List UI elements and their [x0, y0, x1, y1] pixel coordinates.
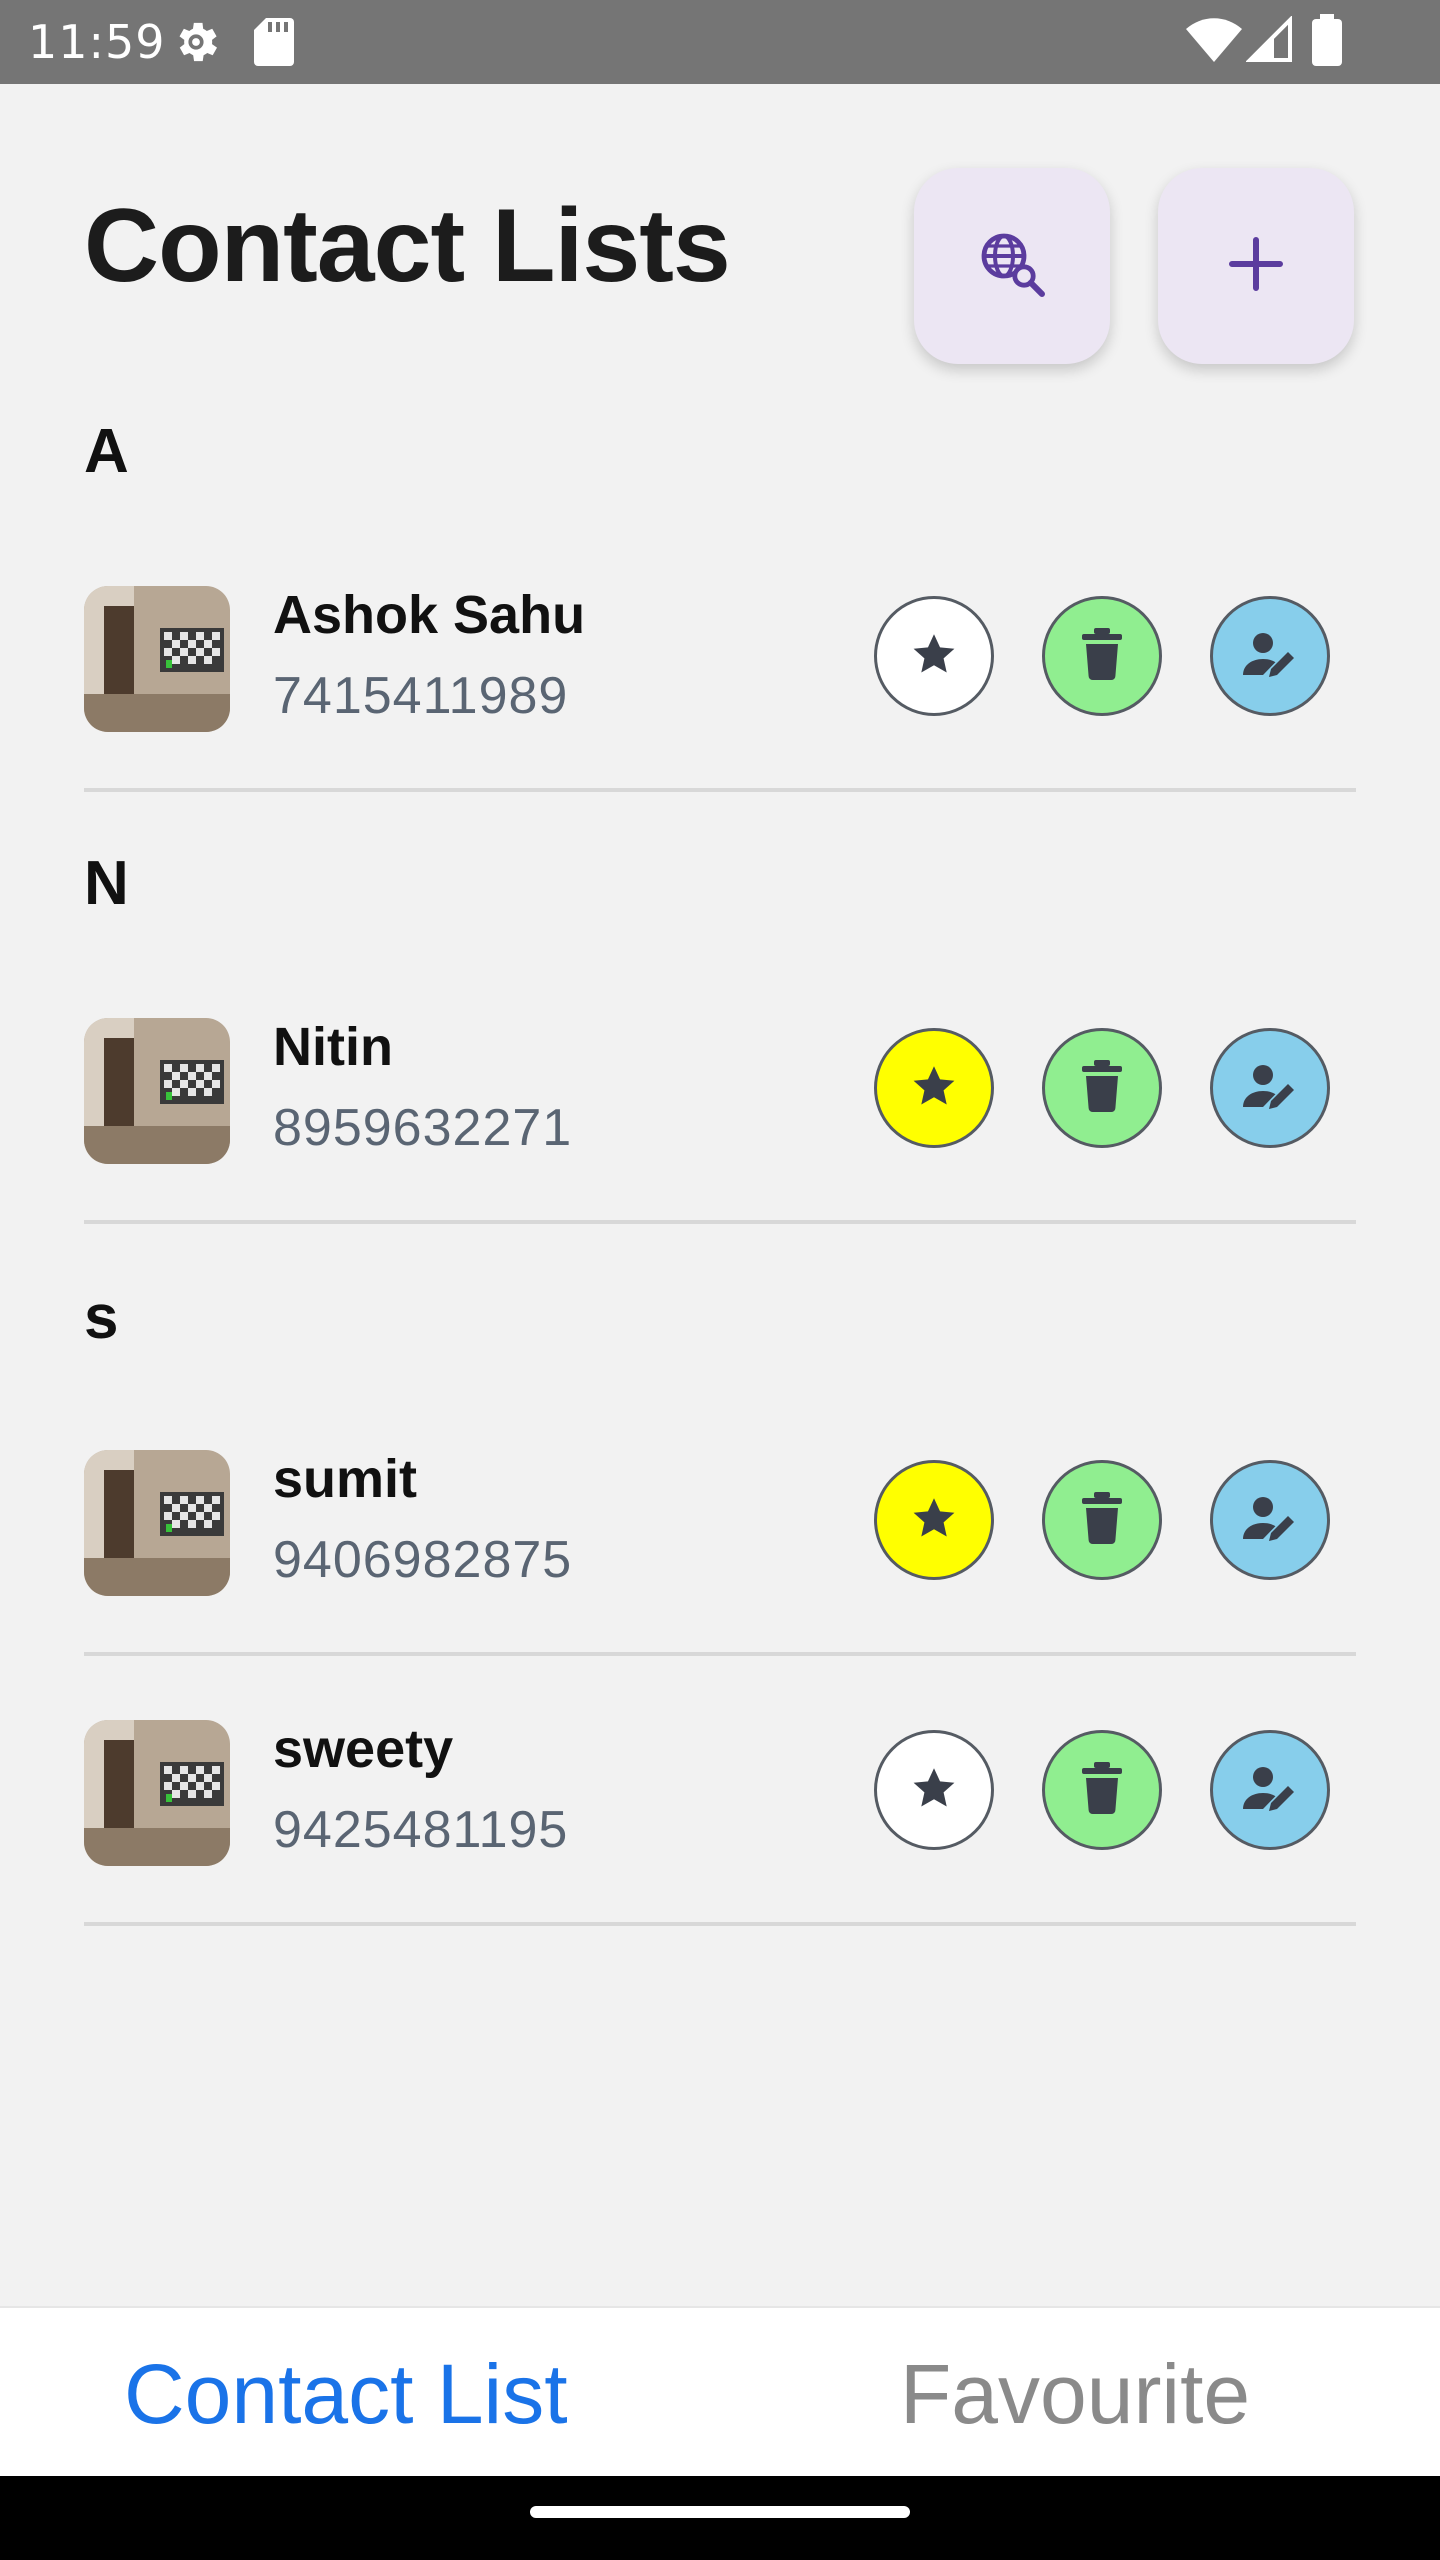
delete-button[interactable]: [1042, 1028, 1162, 1148]
bottom-tab-bar: Contact List Favourite: [0, 2306, 1440, 2478]
search-button[interactable]: [914, 168, 1110, 364]
wifi-icon: [1186, 16, 1242, 69]
contact-row[interactable]: sumit 9406982875: [0, 1436, 1440, 1616]
contact-name: Ashok Sahu: [273, 585, 586, 645]
delete-button[interactable]: [1042, 1460, 1162, 1580]
tab-contact-list[interactable]: Contact List: [124, 2344, 568, 2444]
delete-button[interactable]: [1042, 596, 1162, 716]
contact-name: Nitin: [273, 1017, 393, 1077]
plus-icon: [1228, 236, 1284, 297]
favourite-button[interactable]: [874, 1730, 994, 1850]
edit-button[interactable]: [1210, 1460, 1330, 1580]
delete-button[interactable]: [1042, 1730, 1162, 1850]
contact-name: sumit: [273, 1449, 418, 1509]
edit-button[interactable]: [1210, 1028, 1330, 1148]
divider: [84, 1922, 1356, 1926]
divider: [84, 1652, 1356, 1656]
home-gesture-handle[interactable]: [530, 2506, 910, 2518]
edit-person-icon: [1243, 1059, 1297, 1118]
favourite-button[interactable]: [874, 1460, 994, 1580]
tab-favourite[interactable]: Favourite: [900, 2344, 1250, 2444]
avatar: [84, 1018, 230, 1164]
battery-icon: [1312, 14, 1342, 71]
cellular-signal-icon: [1245, 15, 1294, 69]
divider: [84, 1220, 1356, 1224]
star-icon: [909, 1763, 959, 1818]
star-icon: [909, 1493, 959, 1548]
trash-icon: [1080, 627, 1124, 685]
edit-person-icon: [1243, 1761, 1297, 1820]
edit-person-icon: [1243, 1491, 1297, 1550]
section-header-s: s: [84, 1283, 119, 1352]
favourite-button[interactable]: [874, 1028, 994, 1148]
section-header-a: A: [84, 417, 129, 486]
settings-gear-icon: [170, 16, 222, 73]
star-icon: [909, 1061, 959, 1116]
status-time: 11:59: [28, 15, 166, 69]
trash-icon: [1080, 1761, 1124, 1819]
avatar: [84, 586, 230, 732]
globe-search-icon: [978, 230, 1046, 303]
edit-person-icon: [1243, 627, 1297, 686]
contact-name: sweety: [273, 1719, 454, 1779]
contact-phone: 7415411989: [273, 667, 569, 725]
divider: [84, 788, 1356, 792]
section-header-n: N: [84, 849, 129, 918]
contact-phone: 9406982875: [273, 1531, 573, 1589]
avatar: [84, 1450, 230, 1596]
system-navigation-bar: [0, 2476, 1440, 2560]
contact-row[interactable]: Nitin 8959632271: [0, 1004, 1440, 1184]
edit-button[interactable]: [1210, 1730, 1330, 1850]
page-title: Contact Lists: [84, 188, 731, 304]
contact-row[interactable]: Ashok Sahu 7415411989: [0, 572, 1440, 752]
star-icon: [909, 629, 959, 684]
edit-button[interactable]: [1210, 596, 1330, 716]
trash-icon: [1080, 1059, 1124, 1117]
contact-phone: 9425481195: [273, 1801, 569, 1859]
contact-row[interactable]: sweety 9425481195: [0, 1706, 1440, 1886]
add-contact-button[interactable]: [1158, 168, 1354, 364]
favourite-button[interactable]: [874, 596, 994, 716]
sd-card-icon: [254, 18, 294, 71]
contact-phone: 8959632271: [273, 1099, 573, 1157]
avatar: [84, 1720, 230, 1866]
trash-icon: [1080, 1491, 1124, 1549]
status-bar: 11:59: [0, 0, 1440, 84]
